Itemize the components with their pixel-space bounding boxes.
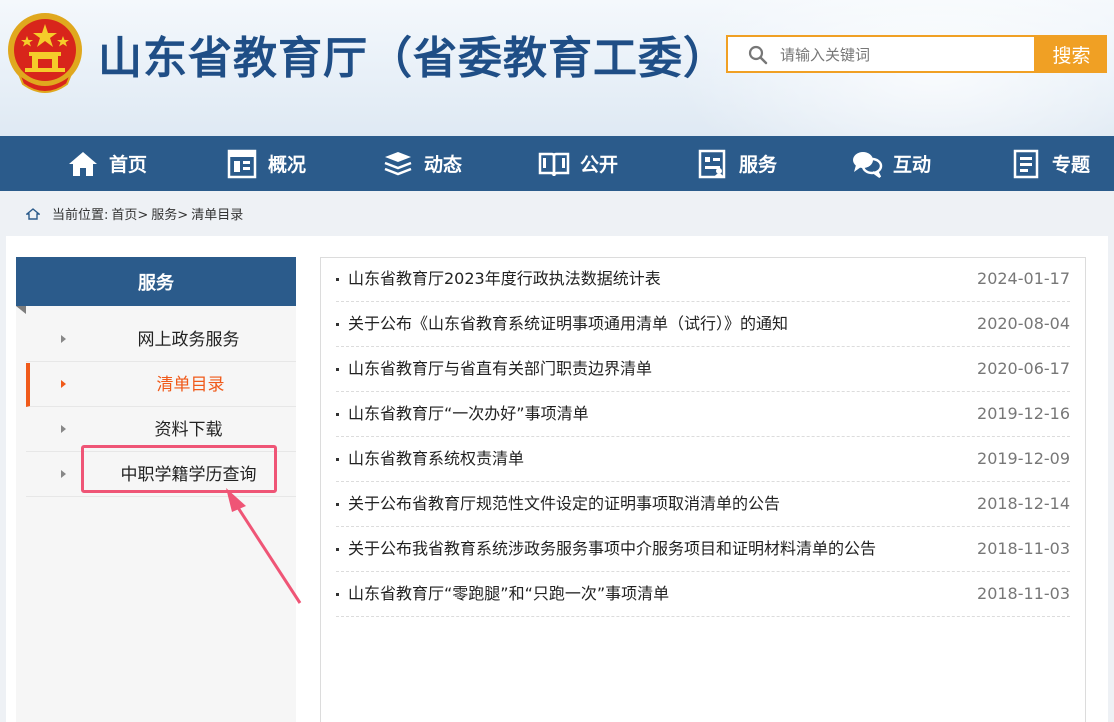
- annotation-highlight-box: [81, 445, 277, 493]
- open-book-icon: [538, 152, 570, 176]
- breadcrumb: 当前位置: 首页> 服务> 清单目录: [26, 204, 246, 223]
- caret-right-icon: [61, 335, 66, 343]
- nav-item-interact[interactable]: 互动: [851, 136, 931, 191]
- bullet-icon: [336, 368, 339, 371]
- sidebar-title-tail: [16, 306, 26, 314]
- search-input[interactable]: [778, 37, 1032, 73]
- list-item[interactable]: 山东省教育厅“零跑腿”和“只跑一次”事项清单 2018-11-03: [336, 572, 1070, 617]
- nav-item-label: 概况: [268, 154, 307, 176]
- list-item[interactable]: 山东省教育厅2023年度行政执法数据统计表 2024-01-17: [336, 257, 1070, 302]
- list-item-date: 2019-12-09: [977, 449, 1070, 468]
- breadcrumb-home-icon: [26, 207, 40, 220]
- search-button[interactable]: 搜索: [1036, 35, 1107, 73]
- nav-item-news[interactable]: 动态: [382, 136, 462, 191]
- list-item[interactable]: 山东省教育厅与省直有关部门职责边界清单 2020-06-17: [336, 347, 1070, 392]
- nav-item-overview[interactable]: 概况: [226, 136, 306, 191]
- list-item-title[interactable]: 山东省教育厅2023年度行政执法数据统计表: [348, 257, 661, 301]
- nav-item-topic[interactable]: 专题: [1010, 136, 1090, 191]
- nav-item-service[interactable]: 服务: [697, 136, 777, 191]
- nav-item-label: 专题: [1052, 154, 1091, 176]
- bullet-icon: [336, 413, 339, 416]
- list-item[interactable]: 山东省教育系统权责清单 2019-12-09: [336, 437, 1070, 482]
- list-item-date: 2018-11-03: [977, 539, 1070, 558]
- list-item[interactable]: 山东省教育厅“一次办好”事项清单 2019-12-16: [336, 392, 1070, 437]
- breadcrumb-item-current: 清单目录: [191, 208, 244, 223]
- site-title: 山东省教育厅（省委教育工委）: [98, 33, 728, 84]
- caret-right-icon: [61, 470, 66, 478]
- nav-item-label: 服务: [739, 154, 778, 176]
- sidebar-item-label: 网上政务服务: [137, 330, 240, 350]
- list-item[interactable]: 关于公布省教育厅规范性文件设定的证明事项取消清单的公告 2018-12-14: [336, 482, 1070, 527]
- breadcrumb-item-home[interactable]: 首页>: [111, 204, 148, 223]
- list-item-title[interactable]: 山东省教育厅“一次办好”事项清单: [348, 392, 589, 436]
- search-box: [726, 35, 1036, 73]
- nav-item-home[interactable]: 首页: [67, 136, 147, 191]
- list-item[interactable]: 关于公布我省教育系统涉政务服务事项中介服务项目和证明材料清单的公告 2018-1…: [336, 527, 1070, 572]
- breadcrumb-item-service[interactable]: 服务>: [151, 204, 188, 223]
- list-item[interactable]: 关于公布《山东省教育系统证明事项通用清单（试行）》的通知 2020-08-04: [336, 302, 1070, 347]
- bullet-icon: [336, 458, 339, 461]
- service-icon: [698, 149, 726, 178]
- list-item-title[interactable]: 关于公布我省教育系统涉政务服务事项中介服务项目和证明材料清单的公告: [348, 527, 876, 571]
- bullet-icon: [336, 593, 339, 596]
- caret-right-icon: [61, 425, 66, 433]
- nav-item-open[interactable]: 公开: [538, 136, 618, 191]
- sidebar-title: 服务: [16, 257, 296, 306]
- list-item-date: 2018-11-03: [977, 584, 1070, 603]
- search-icon: [748, 45, 768, 65]
- sidebar-item-list-catalog[interactable]: 清单目录: [26, 363, 296, 407]
- list-item-title[interactable]: 山东省教育厅“零跑腿”和“只跑一次”事项清单: [348, 572, 669, 616]
- nav-item-label: 公开: [580, 154, 619, 176]
- list-item-date: 2018-12-14: [977, 494, 1070, 513]
- main-nav: 首页 概况 动态 公开 服务 互动 专题: [0, 136, 1114, 191]
- home-icon: [69, 151, 97, 176]
- nav-item-label: 动态: [424, 154, 463, 176]
- nav-item-label: 互动: [893, 154, 932, 176]
- national-emblem-icon: [8, 13, 82, 93]
- bullet-icon: [336, 548, 339, 551]
- list-item-date: 2020-06-17: [977, 359, 1070, 378]
- list-item-title[interactable]: 山东省教育厅与省直有关部门职责边界清单: [348, 347, 652, 391]
- topic-icon: [1013, 149, 1039, 178]
- list-item-title[interactable]: 关于公布省教育厅规范性文件设定的证明事项取消清单的公告: [348, 482, 780, 526]
- list-item-date: 2019-12-16: [977, 404, 1070, 423]
- breadcrumb-prefix: 当前位置:: [52, 208, 109, 223]
- news-icon: [384, 151, 412, 175]
- bullet-icon: [336, 323, 339, 326]
- bullet-icon: [336, 278, 339, 281]
- sidebar-item-label: 清单目录: [156, 375, 225, 395]
- chat-icon: [853, 151, 883, 178]
- list-item-title[interactable]: 山东省教育系统权责清单: [348, 437, 524, 481]
- bullet-icon: [336, 503, 339, 506]
- sidebar-item-online-services[interactable]: 网上政务服务: [26, 318, 296, 362]
- caret-right-icon: [61, 380, 66, 388]
- list-item-title[interactable]: 关于公布《山东省教育系统证明事项通用清单（试行）》的通知: [348, 302, 788, 346]
- overview-icon: [227, 149, 257, 178]
- nav-item-label: 首页: [109, 154, 148, 176]
- list-item-date: 2024-01-17: [977, 269, 1070, 288]
- list-item-date: 2020-08-04: [977, 314, 1070, 333]
